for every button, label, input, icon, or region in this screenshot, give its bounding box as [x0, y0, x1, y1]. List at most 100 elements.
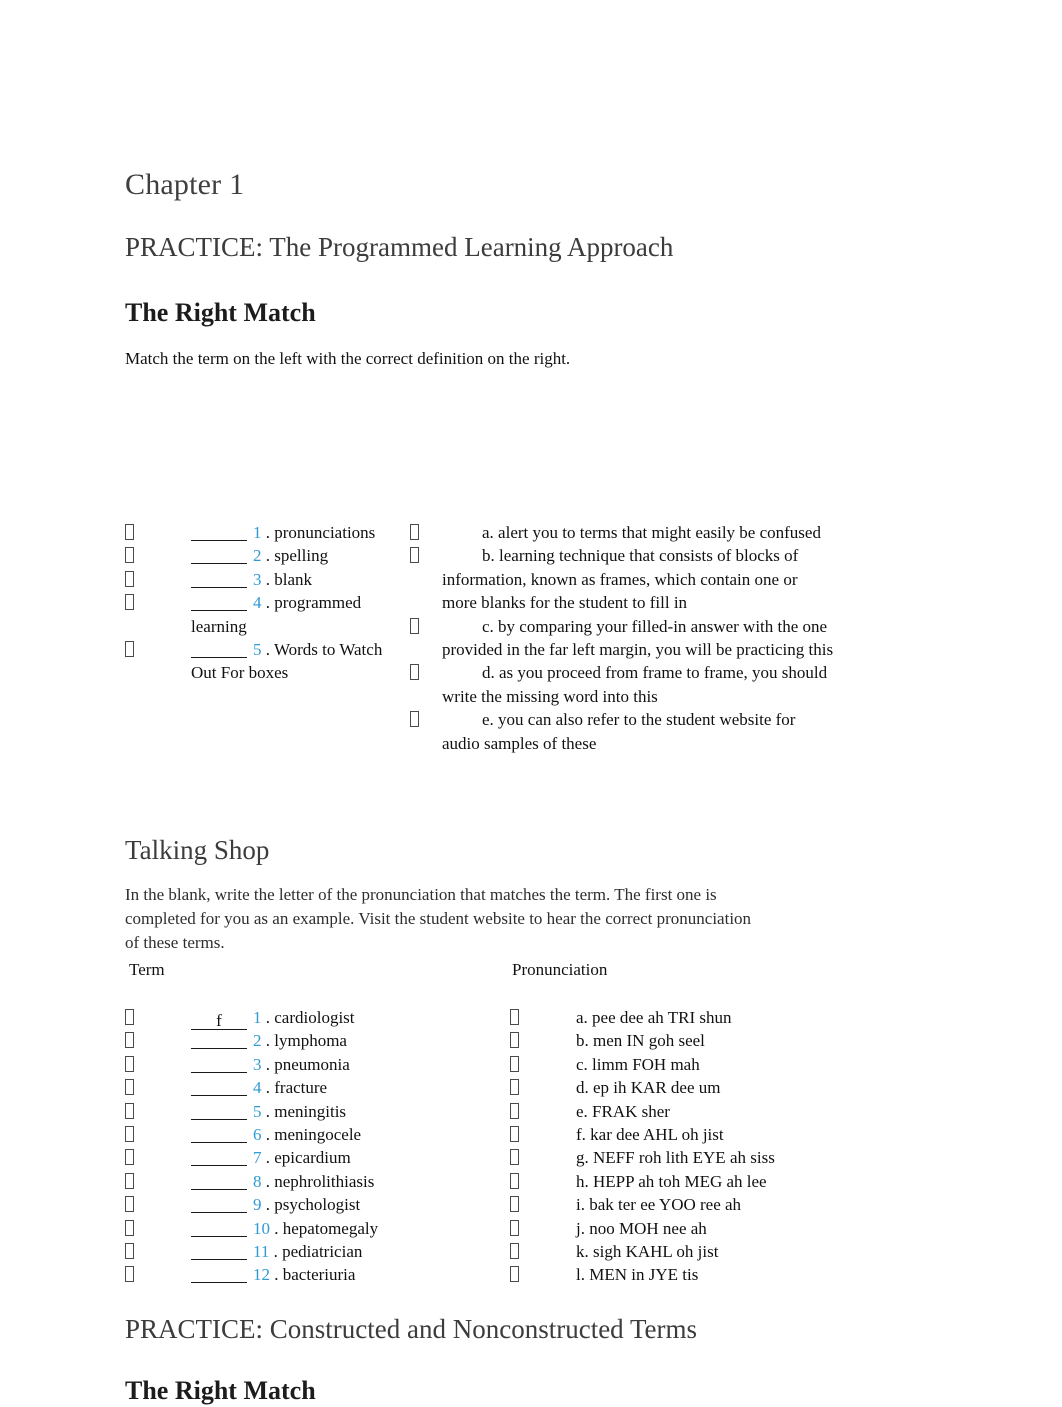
term-label: blank	[274, 569, 313, 589]
answer-blank-input[interactable]: f	[191, 1012, 247, 1030]
item-letter: k.	[576, 1241, 589, 1261]
answer-blank-input[interactable]	[191, 1265, 247, 1284]
term-label: pediatrician	[282, 1241, 363, 1261]
section-heading-talking-shop: Talking Shop	[125, 835, 270, 865]
answer-blank-input[interactable]	[191, 1195, 247, 1214]
item-number: 4	[253, 593, 262, 613]
term-label: spelling	[274, 546, 329, 566]
list-item: 5 . meningitis	[125, 1100, 425, 1123]
missing-glyph-box-icon	[125, 1242, 134, 1259]
list-item: 6 . meningocele	[125, 1123, 425, 1146]
missing-glyph-box-icon	[510, 1196, 519, 1213]
item-letter: g.	[576, 1148, 589, 1168]
talking-shop-terms-list: f1 . cardiologist 2 . lymphoma 3 . pneumon…	[125, 1006, 425, 1287]
list-bullet-icon	[125, 545, 137, 567]
list-bullet-icon	[125, 639, 137, 661]
definition-row-body: e. you can also refer to the student web…	[410, 708, 835, 755]
term-row-body: 3 . pneumonia	[125, 1053, 425, 1076]
item-number-separator: .	[261, 593, 275, 613]
right-match-1-terms-list: 1 . pronunciations 2 . spelling 3 . blank 4…	[125, 521, 391, 685]
item-letter: b.	[576, 1031, 589, 1051]
answer-blank-input[interactable]	[191, 1125, 247, 1143]
term-label: cardiologist	[274, 1008, 355, 1027]
term-label: nephrolithiasis	[274, 1171, 375, 1191]
definition-row-body: l. MEN in JYE tis	[510, 1263, 850, 1286]
item-number: 7	[253, 1148, 262, 1168]
list-bullet-icon	[510, 1218, 522, 1240]
list-item: g. NEFF roh lith EYE ah siss	[510, 1146, 850, 1169]
list-item: 7 . epicardium	[125, 1146, 425, 1169]
answer-blank-input[interactable]	[191, 546, 247, 565]
item-number: 10	[253, 1218, 270, 1238]
list-bullet-icon	[125, 1241, 137, 1263]
definition-text: by comparing your filled-in answer with …	[442, 616, 834, 660]
definition-row-body: g. NEFF roh lith EYE ah siss	[510, 1146, 850, 1169]
list-item: 10 . hepatomegaly	[125, 1217, 425, 1240]
item-number: 6	[253, 1124, 262, 1144]
right-match-1-definitions-list: a. alert you to terms that might easily …	[410, 521, 835, 755]
answer-blank-input[interactable]	[191, 1031, 247, 1050]
term-row-body: 9 . psychologist	[125, 1193, 425, 1216]
missing-glyph-box-icon	[125, 547, 134, 564]
list-item: e. FRAK sher	[510, 1100, 850, 1123]
term-label: psychologist	[274, 1195, 361, 1215]
item-number-separator: .	[270, 1265, 283, 1285]
list-item: j. noo MOH nee ah	[510, 1217, 850, 1240]
answer-blank-input[interactable]	[191, 570, 247, 588]
list-item: 4 . fracture	[125, 1076, 425, 1099]
answer-blank-input[interactable]	[191, 1219, 247, 1237]
definition-row-body: c. by comparing your filled-in answer wi…	[410, 615, 835, 662]
answer-blank-input[interactable]	[191, 1055, 247, 1073]
item-number-separator: .	[261, 1124, 275, 1144]
item-letter: l.	[576, 1265, 585, 1285]
answer-blank-input[interactable]	[191, 1148, 247, 1167]
missing-glyph-box-icon	[510, 1172, 519, 1189]
item-number: 3	[253, 1054, 262, 1074]
definition-text: men IN goh seel	[588, 1031, 705, 1051]
missing-glyph-box-icon	[510, 1032, 519, 1049]
item-number: 5	[253, 1101, 262, 1121]
definition-text: noo MOH nee ah	[584, 1218, 707, 1238]
missing-glyph-box-icon	[510, 1242, 519, 1259]
item-number: 3	[253, 569, 262, 589]
missing-glyph-box-icon	[510, 1055, 519, 1072]
list-item: d. ep ih KAR dee um	[510, 1076, 850, 1099]
answer-blank-input[interactable]	[191, 640, 247, 659]
answer-blank-input[interactable]	[191, 523, 247, 541]
item-number: 5	[253, 640, 262, 660]
definition-text: you can also refer to the student websit…	[442, 710, 796, 753]
item-number-separator: .	[261, 1031, 275, 1051]
answer-blank-input[interactable]	[191, 1172, 247, 1190]
term-row-body: 11 . pediatrician	[125, 1240, 425, 1263]
term-row-body: 4 . fracture	[125, 1076, 425, 1099]
definition-row-body: k. sigh KAHL oh jist	[510, 1240, 850, 1263]
instructions-right-match-1: Match the term on the left with the corr…	[125, 349, 571, 368]
definition-text: ep ih KAR dee um	[588, 1078, 721, 1098]
answer-blank-input[interactable]	[191, 593, 247, 612]
term-label: meningocele	[274, 1124, 362, 1144]
term-row-body: 10 . hepatomegaly	[125, 1217, 425, 1240]
answer-blank-input[interactable]	[191, 1242, 247, 1260]
missing-glyph-box-icon	[125, 1196, 134, 1213]
item-number-separator: .	[261, 546, 275, 566]
list-item: i. bak ter ee YOO ree ah	[510, 1193, 850, 1216]
list-item: k. sigh KAHL oh jist	[510, 1240, 850, 1263]
term-label: hepatomegaly	[282, 1218, 379, 1238]
list-bullet-icon	[510, 1171, 522, 1193]
list-item: 11 . pediatrician	[125, 1240, 425, 1263]
definition-row-body: d. as you proceed from frame to frame, y…	[410, 661, 835, 708]
list-bullet-icon	[410, 545, 422, 567]
answer-blank-input[interactable]	[191, 1078, 247, 1097]
definition-text: pee dee ah TRI shun	[587, 1008, 732, 1027]
practice-heading-constructed-terms: PRACTICE: Constructed and Nonconstructed…	[125, 1314, 698, 1345]
missing-glyph-box-icon	[125, 594, 134, 611]
list-item: 8 . nephrolithiasis	[125, 1170, 425, 1193]
definition-text: FRAK sher	[587, 1101, 670, 1121]
definition-text: kar dee AHL oh jist	[585, 1124, 724, 1144]
term-row-body: 12 . bacteriuria	[125, 1263, 425, 1286]
list-item: c. by comparing your filled-in answer wi…	[410, 615, 835, 662]
term-label: pronunciations	[274, 523, 376, 542]
item-letter: e.	[576, 1101, 588, 1121]
answer-blank-input[interactable]	[191, 1102, 247, 1120]
item-letter: a.	[576, 1008, 588, 1027]
